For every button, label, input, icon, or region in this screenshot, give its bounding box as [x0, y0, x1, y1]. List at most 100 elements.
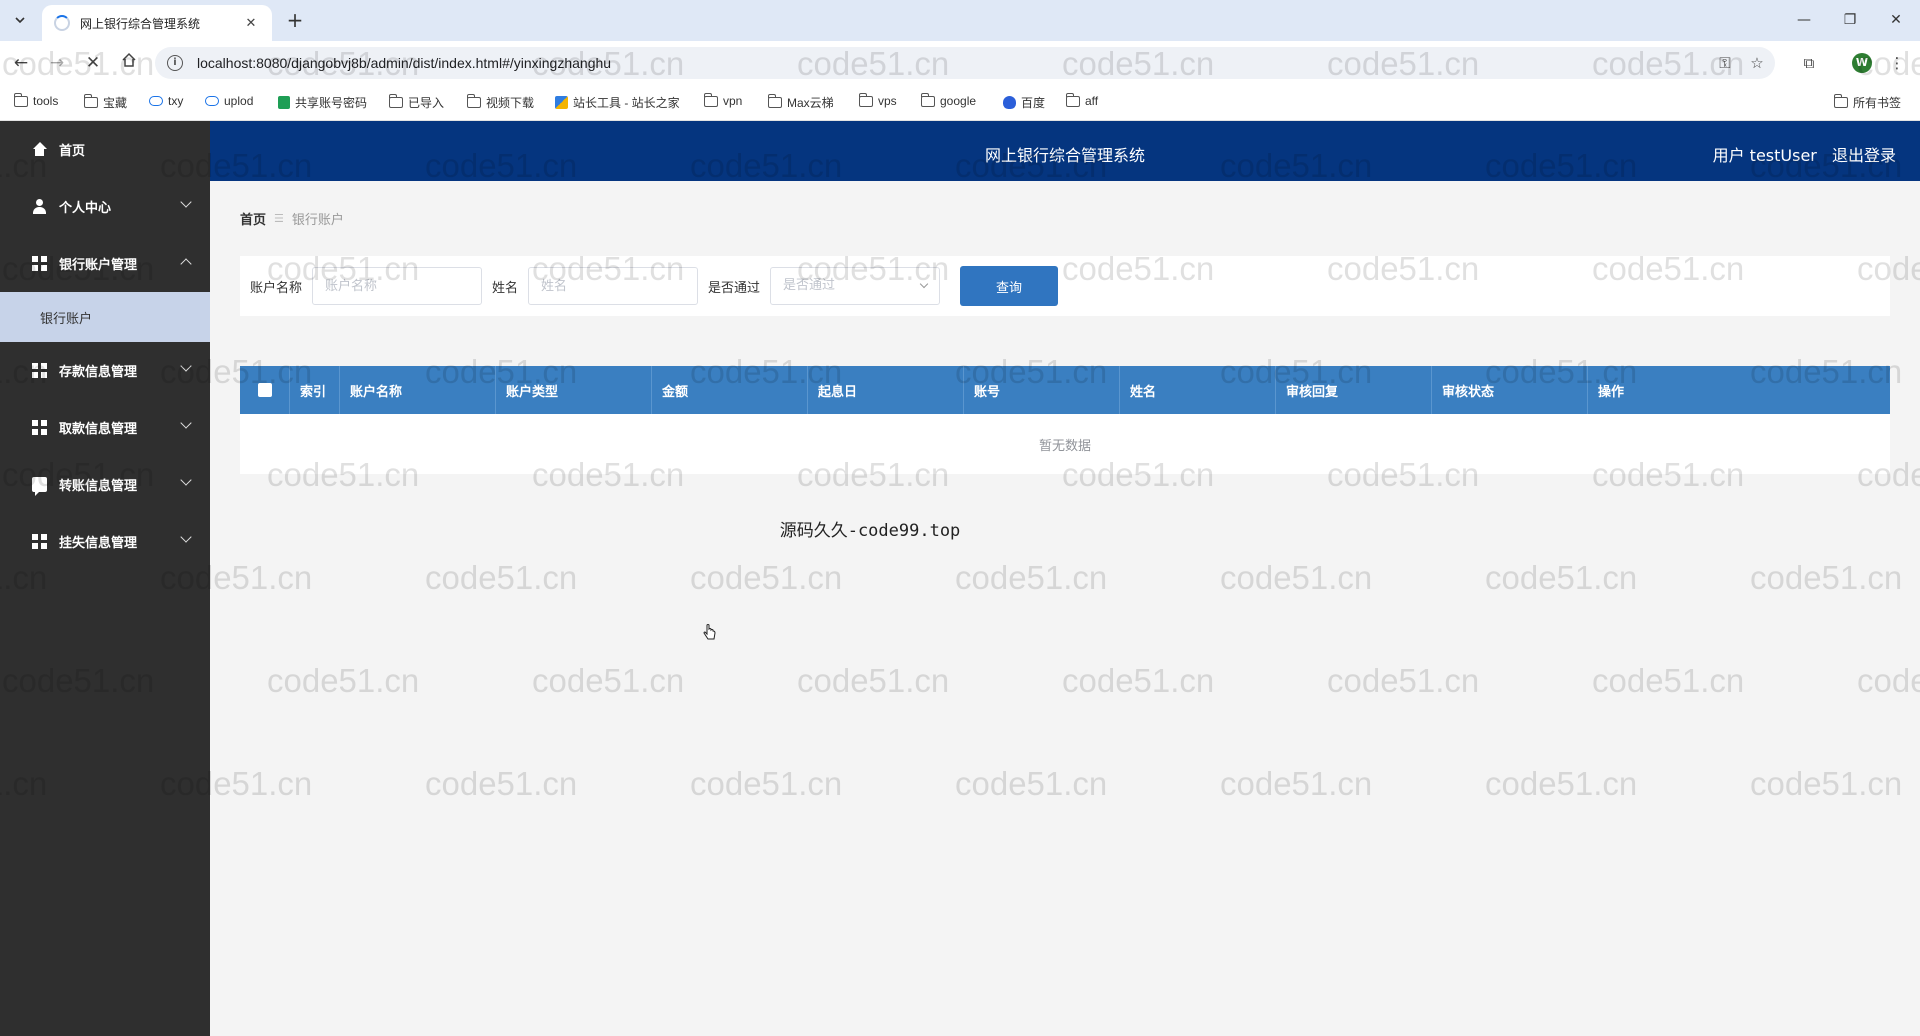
bookmark-label: 所有书签: [1853, 96, 1902, 110]
main-content: 首页 ☰ 银行账户 账户名称 姓名 是否通过 是否通过 查询 索引 账户名称 账…: [210, 181, 1920, 1036]
new-tab-button[interactable]: +: [282, 8, 308, 34]
column-header: 索引: [290, 366, 340, 414]
tab-close-icon[interactable]: ✕: [242, 16, 260, 31]
back-button[interactable]: ←: [8, 50, 34, 76]
sidebar-subitem-bank-account[interactable]: 银行账户: [0, 292, 210, 342]
sidebar-item-label: 存款信息管理: [59, 365, 138, 380]
home-outline-icon: [122, 52, 136, 67]
search-button[interactable]: 查询: [960, 266, 1059, 306]
bookmark-item[interactable]: tools: [13, 92, 58, 108]
passed-select[interactable]: 是否通过: [770, 267, 941, 305]
site-info-icon[interactable]: i: [167, 55, 183, 71]
browser-toolbar: ← → ✕ i localhost:8080/djangobvj8b/admin…: [0, 41, 1920, 85]
bookmark-item[interactable]: 宝藏: [83, 94, 127, 111]
chevron-up-icon: [180, 258, 192, 270]
all-bookmarks[interactable]: 所有书签: [1833, 94, 1902, 111]
bookmark-item[interactable]: Max云梯: [767, 94, 834, 111]
sidebar-item-home[interactable]: 首页: [0, 121, 210, 178]
sidebar-item-transfer[interactable]: 转账信息管理: [0, 456, 210, 513]
bookmark-item[interactable]: uplod: [205, 94, 253, 108]
loading-spinner-icon: [54, 15, 70, 31]
bookmark-item[interactable]: google: [920, 92, 977, 108]
chat-icon: [32, 477, 47, 496]
bookmark-item[interactable]: vps: [858, 92, 897, 108]
sidebar-item-label: 首页: [59, 144, 86, 159]
address-bar[interactable]: i localhost:8080/djangobvj8b/admin/dist/…: [155, 47, 1775, 79]
column-header: 账户名称: [340, 366, 496, 414]
sidebar-item-label: 转账信息管理: [59, 479, 138, 494]
home-button[interactable]: [116, 50, 142, 76]
minimize-button[interactable]: —: [1790, 8, 1818, 32]
column-header: 审核回复: [1276, 366, 1432, 414]
sidebar-item-bank-account[interactable]: 银行账户管理: [0, 235, 210, 292]
select-all-checkbox[interactable]: [240, 366, 290, 414]
bookmark-item[interactable]: 站长工具 - 站长之家: [555, 94, 680, 111]
user-icon: [32, 199, 47, 214]
sidebar-item-label: 挂失信息管理: [59, 536, 138, 551]
sidebar-item-label: 个人中心: [59, 201, 112, 216]
close-window-button[interactable]: ✕: [1882, 8, 1910, 32]
checkbox-icon: [257, 383, 272, 397]
user-label: 用户 testUser: [1712, 146, 1817, 165]
column-header: 金额: [652, 366, 808, 414]
bookmark-label: aff: [1085, 94, 1099, 108]
top-header: 网上银行综合管理系统 用户 testUser 退出登录: [210, 121, 1920, 181]
grid-icon: [32, 256, 47, 271]
browser-tab[interactable]: 网上银行综合管理系统 ✕: [42, 5, 272, 41]
system-title: 网上银行综合管理系统: [984, 146, 1145, 165]
sidebar-item-deposit[interactable]: 存款信息管理: [0, 342, 210, 399]
grid-icon: [32, 363, 47, 378]
column-header: 姓名: [1120, 366, 1276, 414]
column-header: 账户类型: [496, 366, 652, 414]
bookmark-item[interactable]: 已导入: [388, 94, 444, 111]
sidebar-item-loss-report[interactable]: 挂失信息管理: [0, 513, 210, 570]
sidebar-item-personal-center[interactable]: 个人中心: [0, 178, 210, 235]
bookmark-item[interactable]: aff: [1065, 92, 1099, 108]
search-panel: 账户名称 姓名 是否通过 是否通过 查询: [240, 256, 1890, 316]
breadcrumb-home[interactable]: 首页: [240, 209, 266, 228]
bookmark-item[interactable]: 百度: [1003, 94, 1045, 111]
folder-icon: [767, 94, 782, 108]
bookmark-label: Max云梯: [787, 96, 834, 110]
bookmark-item[interactable]: 共享账号密码: [278, 94, 367, 111]
browser-tabbar: 网上银行综合管理系统 ✕ + — ❐ ✕: [0, 0, 1920, 41]
account-name-input[interactable]: [312, 267, 483, 305]
name-label: 姓名: [492, 280, 519, 296]
empty-table-text: 暂无数据: [240, 414, 1890, 474]
chevron-down-icon: [15, 17, 25, 24]
extensions-icon[interactable]: ⧉: [1796, 50, 1822, 76]
bookmark-item[interactable]: txy: [149, 94, 183, 108]
folder-icon: [920, 92, 935, 107]
passed-label: 是否通过: [708, 280, 761, 296]
account-name-label: 账户名称: [250, 280, 303, 296]
bookmark-item[interactable]: 视频下载: [466, 94, 534, 111]
stop-loading-button[interactable]: ✕: [80, 50, 106, 76]
logout-link[interactable]: 退出登录: [1832, 146, 1896, 165]
table-header: 索引 账户名称 账户类型 金额 起息日 账号 姓名 审核回复 审核状态 操作: [240, 366, 1890, 414]
sidebar-item-label: 银行账户管理: [59, 258, 138, 273]
column-header: 审核状态: [1432, 366, 1588, 414]
url-text: localhost:8080/djangobvj8b/admin/dist/in…: [197, 55, 612, 71]
paw-icon: [1003, 96, 1016, 109]
bookmark-label: uplod: [224, 94, 254, 108]
folder-icon: [1065, 92, 1080, 107]
sidebar-item-withdrawal[interactable]: 取款信息管理: [0, 399, 210, 456]
tool-icon: [555, 96, 568, 109]
profile-avatar[interactable]: W: [1852, 53, 1872, 73]
tab-list-button[interactable]: [8, 8, 32, 32]
folder-icon: [388, 94, 403, 108]
bookmark-star-icon[interactable]: ☆: [1744, 50, 1770, 76]
name-input[interactable]: [528, 267, 699, 305]
forward-button[interactable]: →: [44, 50, 70, 76]
restore-button[interactable]: ❐: [1836, 8, 1864, 32]
bookmark-label: vpn: [723, 94, 743, 108]
bookmark-label: txy: [168, 94, 184, 108]
tab-title: 网上银行综合管理系统: [80, 16, 201, 31]
breadcrumb-current: 银行账户: [291, 213, 344, 228]
bookmark-item[interactable]: vpn: [703, 92, 743, 108]
browser-menu-icon[interactable]: ⋮: [1884, 50, 1910, 76]
folder-icon: [466, 94, 481, 108]
password-key-icon[interactable]: ⚿: [1712, 50, 1738, 76]
bookmark-label: google: [940, 94, 977, 108]
sidebar-subitem-label: 银行账户: [40, 311, 93, 327]
